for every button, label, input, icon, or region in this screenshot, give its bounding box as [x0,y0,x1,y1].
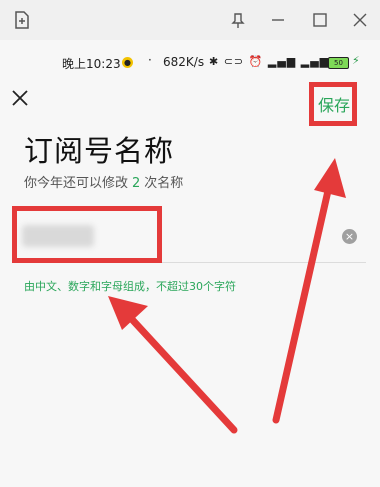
arrow-to-input [108,296,238,434]
annotation-arrows [108,158,346,434]
arrow-to-save [272,158,346,424]
